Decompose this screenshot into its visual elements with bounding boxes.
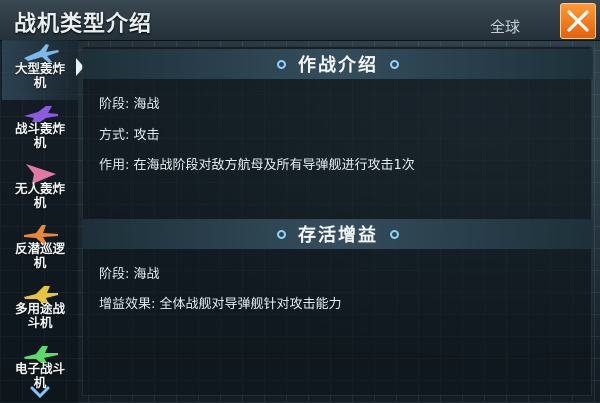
sidebar-item-drone-bomber[interactable]: 无人轰炸机: [2, 160, 78, 220]
page-title: 战机类型介绍: [14, 12, 153, 37]
sidebar-item-fighter-bomber[interactable]: 战斗轰炸机: [2, 100, 78, 160]
stage-value: 海战: [133, 97, 160, 112]
sidebar-item-label: 反潜巡逻: [14, 241, 65, 256]
bonus-effect-label: 增益效果:: [99, 297, 156, 312]
ring-bullet-icon: [277, 229, 286, 239]
ring-bullet-icon: [390, 229, 399, 239]
stage-label: 阶段:: [99, 97, 130, 112]
method-row: 方式: 攻击: [99, 124, 160, 143]
info-panel: 作战介绍 阶段: 海战 方式: 攻击 作用: 在海战阶段对敌方航母及所有导弹舰进…: [82, 46, 593, 396]
chevron-down-icon[interactable]: [30, 386, 50, 398]
sidebar-item-label-2: 机: [33, 255, 47, 270]
method-value: 攻击: [133, 128, 160, 143]
ring-bullet-icon: [390, 59, 399, 69]
sidebar-item-multirole[interactable]: 多用途战 斗机: [2, 280, 78, 340]
close-x-icon: [567, 10, 589, 32]
bonus-stage-row: 阶段: 海战: [99, 263, 160, 282]
close-button[interactable]: [560, 3, 596, 39]
sidebar-item-label: 电子战斗: [14, 361, 65, 376]
effect-value: 在海战阶段对敌方航母及所有导弹舰进行攻击1次: [133, 158, 415, 173]
stage-value: 海战: [133, 267, 160, 282]
sidebar-item-label-2: 斗机: [27, 315, 53, 330]
effect-label: 作用:: [99, 158, 130, 173]
section-title: 存活增益: [298, 225, 378, 246]
survival-bonus-header: 存活增益: [83, 219, 593, 249]
sidebar-item-label-2: 机: [33, 195, 47, 210]
ring-bullet-icon: [277, 59, 286, 69]
bonus-effect-value: 全体战舰对导弹舰针对攻击能力: [159, 297, 342, 312]
stage-label: 阶段:: [99, 267, 130, 282]
aircraft-type-sidebar: 大型轰炸机 战斗轰炸机 无人轰炸机 反潜巡逻机 多用途战 斗机 电子战斗机: [0, 40, 84, 403]
section-title: 作战介绍: [298, 55, 378, 76]
sidebar-item-heavy-bomber[interactable]: 大型轰炸机: [2, 40, 84, 100]
combat-intro-header: 作战介绍: [83, 49, 593, 79]
stage-row: 阶段: 海战: [99, 93, 160, 112]
sidebar-item-label-2: 机: [33, 135, 47, 150]
sidebar-item-label: 多用途战: [14, 301, 65, 316]
sidebar-item-label: 大型轰炸: [14, 61, 65, 76]
sidebar-item-patrol[interactable]: 反潜巡逻机: [2, 220, 78, 280]
sidebar-item-label-2: 机: [33, 75, 47, 90]
effect-row: 作用: 在海战阶段对敌方航母及所有导弹舰进行攻击1次: [99, 154, 415, 173]
bonus-effect-row: 增益效果: 全体战舰对导弹舰针对攻击能力: [99, 293, 342, 312]
title-bar: 战机类型介绍 全球: [0, 0, 600, 41]
region-label: 全球: [490, 18, 521, 36]
sidebar-item-label: 战斗轰炸: [14, 121, 65, 136]
method-label: 方式:: [99, 128, 130, 143]
sidebar-item-label: 无人轰炸: [14, 181, 65, 196]
